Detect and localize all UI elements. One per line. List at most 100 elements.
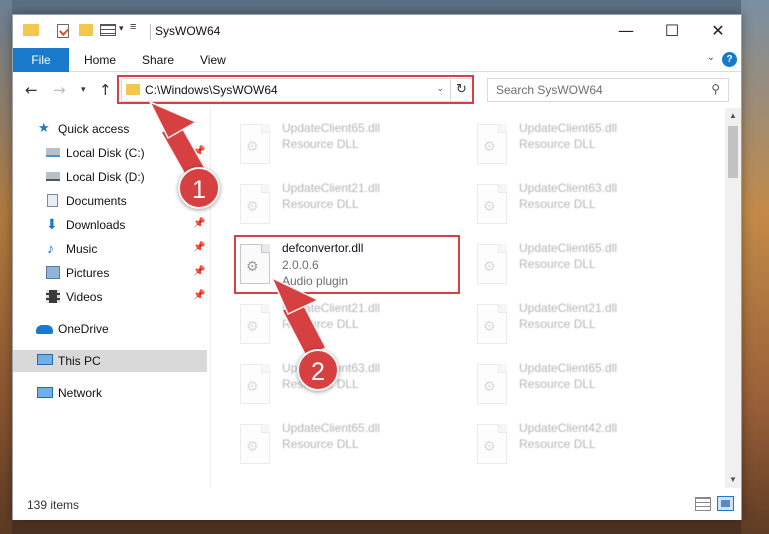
file-name: UpdateClient65.dll <box>519 241 618 255</box>
close-button[interactable]: ✕ <box>695 15 741 47</box>
large-icons-view-icon[interactable] <box>717 496 734 511</box>
dll-file-icon: ⚙ <box>477 124 507 164</box>
step-2-badge: 2 <box>297 349 339 391</box>
status-bar: 139 items <box>13 488 741 520</box>
window-folder-icon <box>23 24 39 36</box>
scroll-thumb[interactable] <box>728 126 738 178</box>
sidebar-item-downloads[interactable]: ⬇ Downloads 📌 <box>13 214 207 236</box>
up-button[interactable]: ↑ <box>99 81 112 99</box>
dll-file-icon: ⚙ <box>477 304 507 344</box>
file-name: UpdateClient21.dll <box>282 181 381 195</box>
gear-icon: ⚙ <box>246 319 259 335</box>
gear-icon: ⚙ <box>483 439 496 455</box>
file-type: Resource DLL <box>519 257 596 271</box>
dll-file-icon: ⚙ <box>240 184 270 224</box>
properties-icon[interactable] <box>57 24 69 38</box>
step-1-badge: 1 <box>178 167 220 209</box>
sidebar-item-label: Music <box>66 242 98 256</box>
file-item[interactable]: ⚙UpdateClient63.dllResource DLL <box>235 358 465 412</box>
sidebar-item-network[interactable]: Network <box>13 382 207 404</box>
dll-file-icon: ⚙ <box>477 424 507 464</box>
computer-icon <box>37 354 53 365</box>
file-type: Resource DLL <box>519 137 596 151</box>
file-name: UpdateClient65.dll <box>519 121 618 135</box>
file-name: UpdateClient65.dll <box>282 121 381 135</box>
pin-icon[interactable]: 📌 <box>193 146 205 157</box>
gear-icon: ⚙ <box>246 379 259 395</box>
file-name: UpdateClient65.dll <box>282 421 381 435</box>
videos-icon <box>46 290 60 303</box>
chevron-down-icon[interactable]: ▾ <box>119 23 124 37</box>
desktop-wallpaper-right <box>741 0 769 534</box>
search-input[interactable]: Search SysWOW64 ⚲ <box>487 78 729 102</box>
scroll-down-icon[interactable]: ▼ <box>725 472 741 488</box>
file-item[interactable]: ⚙ UpdateClient65.dll Resource DLL <box>235 118 465 172</box>
music-icon: ♪ <box>47 240 54 256</box>
dll-file-icon: ⚙ <box>477 244 507 284</box>
sidebar-item-label: Downloads <box>66 218 126 232</box>
file-name: UpdateClient63.dll <box>519 181 618 195</box>
file-item[interactable]: ⚙ UpdateClient65.dll Resource DLL <box>472 358 702 412</box>
file-name: UpdateClient42.dll <box>519 421 618 435</box>
window-title: SysWOW64 <box>155 24 221 38</box>
drive-icon <box>46 148 60 157</box>
dll-file-icon: ⚙ <box>477 184 507 224</box>
file-type: Resource DLL <box>282 137 359 151</box>
sidebar-item-label: Videos <box>66 290 103 304</box>
file-item[interactable]: ⚙ UpdateClient21.dll Resource DLL <box>472 298 702 352</box>
file-item[interactable]: ⚙ UpdateClient65.dll Resource DLL <box>235 418 465 472</box>
maximize-button[interactable]: ☐ <box>649 15 695 47</box>
tab-share[interactable]: Share <box>142 48 174 72</box>
ribbon: File Home Share View ⌄ ? <box>13 47 741 72</box>
details-view-icon[interactable] <box>695 497 711 511</box>
recent-locations-icon[interactable]: ▾ <box>81 85 86 95</box>
dll-file-icon: ⚙ <box>240 364 270 404</box>
navigation-bar: ← → ▾ ↑ C:\Windows\SysWOW64 ⌄ ↻ Search S… <box>13 73 741 107</box>
file-item[interactable]: ⚙UpdateClient63.dllResource DLL <box>472 178 702 232</box>
view-options-icon[interactable] <box>100 24 116 36</box>
file-type: Resource DLL <box>282 437 359 451</box>
scroll-up-icon[interactable]: ▲ <box>725 108 741 124</box>
desktop-wallpaper-left <box>0 0 12 534</box>
file-type: Resource DLL <box>519 437 596 451</box>
search-placeholder: Search SysWOW64 <box>496 83 603 97</box>
file-item[interactable]: ⚙ UpdateClient65.dll Resource DLL <box>472 118 702 172</box>
gear-icon: ⚙ <box>483 139 496 155</box>
pin-icon[interactable]: 📌 <box>193 290 205 301</box>
sidebar-item-quick-access[interactable]: ★ Quick access <box>13 118 207 140</box>
navigation-pane: ★ Quick access Local Disk (C:) 📌 Local D… <box>13 108 209 488</box>
pin-icon[interactable]: 📌 <box>193 242 205 253</box>
minimize-button[interactable]: — <box>603 15 649 47</box>
tab-view[interactable]: View <box>200 48 226 72</box>
sidebar-item-music[interactable]: ♪ Music 📌 <box>13 238 207 260</box>
new-folder-icon[interactable] <box>79 24 93 36</box>
file-type: Resource DLL <box>519 317 596 331</box>
file-item[interactable]: ⚙ UpdateClient21.dll Resource DLL <box>235 178 465 232</box>
pin-icon[interactable]: 📌 <box>193 218 205 229</box>
sidebar-item-pictures[interactable]: Pictures 📌 <box>13 262 207 284</box>
tab-file[interactable]: File <box>13 48 69 72</box>
customize-toolbar-icon[interactable]: ≡ <box>130 21 136 35</box>
sidebar-item-this-pc[interactable]: This PC <box>13 350 207 372</box>
sidebar-item-onedrive[interactable]: OneDrive <box>13 318 207 340</box>
file-item[interactable]: ⚙ UpdateClient21.dll Resource DLL <box>235 298 465 352</box>
title-bar: ▾ ≡ SysWOW64 — ☐ ✕ <box>13 15 741 47</box>
file-item[interactable]: ⚙ UpdateClient65.dll Resource DLL <box>472 238 702 292</box>
pin-icon[interactable]: 📌 <box>193 266 205 277</box>
expand-ribbon-icon[interactable]: ⌄ <box>707 52 715 63</box>
pictures-icon <box>46 266 60 279</box>
sidebar-item-label: This PC <box>58 354 101 368</box>
gear-icon: ⚙ <box>246 439 259 455</box>
file-highlight <box>234 235 460 294</box>
file-list: ⚙ UpdateClient65.dll Resource DLL ⚙ UpdateCl… <box>211 108 725 488</box>
sidebar-item-label: Network <box>58 386 103 400</box>
file-item[interactable]: ⚙ UpdateClient42.dll Resource DLL <box>472 418 702 472</box>
back-button[interactable]: ← <box>25 81 38 99</box>
vertical-scrollbar[interactable]: ▲ ▼ <box>725 108 741 488</box>
sidebar-item-local-disk-c[interactable]: Local Disk (C:) 📌 <box>13 142 207 164</box>
file-name: UpdateClient21.dll <box>519 301 618 315</box>
tab-home[interactable]: Home <box>84 48 116 72</box>
forward-button[interactable]: → <box>53 81 66 99</box>
help-icon[interactable]: ? <box>722 52 737 67</box>
sidebar-item-videos[interactable]: Videos 📌 <box>13 286 207 308</box>
